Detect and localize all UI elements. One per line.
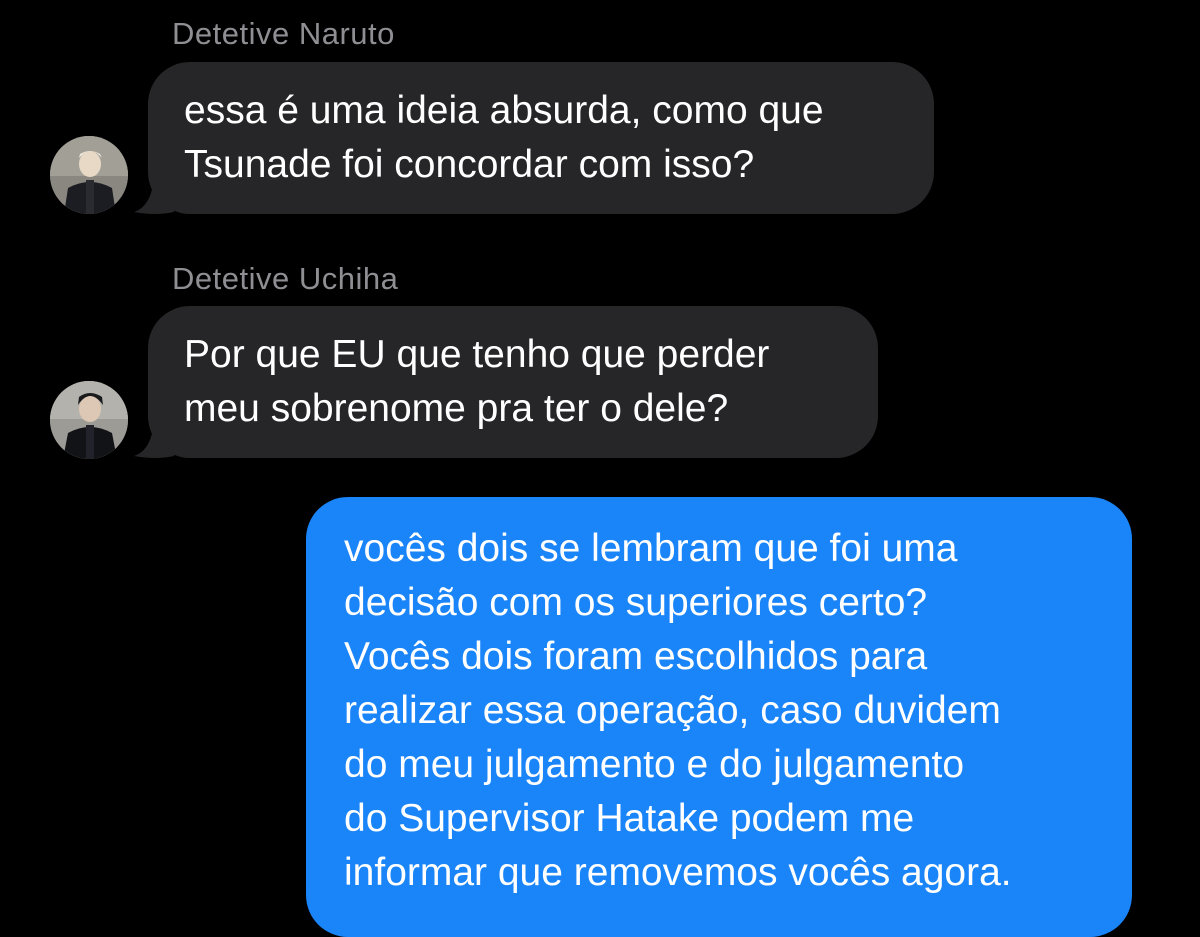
message-bubble[interactable]: Por que EU que tenho que perder meu sobr… (148, 306, 878, 458)
chat-thread: Detetive Naruto essa é uma ideia absurda… (0, 0, 1200, 937)
message-text: Por que EU que tenho que perder meu sobr… (184, 333, 770, 430)
message-text: vocês dois se lembram que foi uma decisã… (344, 527, 1012, 894)
avatar-photo (50, 381, 128, 459)
avatar-photo (50, 136, 128, 214)
sender-name: Detetive Naruto (172, 16, 395, 51)
message-bubble[interactable]: essa é uma ideia absurda, como que Tsuna… (148, 62, 934, 214)
avatar[interactable] (50, 136, 128, 214)
sender-name: Detetive Uchiha (172, 261, 399, 296)
avatar[interactable] (50, 381, 128, 459)
message-bubble-outgoing[interactable]: vocês dois se lembram que foi uma decisã… (306, 497, 1132, 937)
message-text: essa é uma ideia absurda, como que Tsuna… (184, 89, 824, 186)
